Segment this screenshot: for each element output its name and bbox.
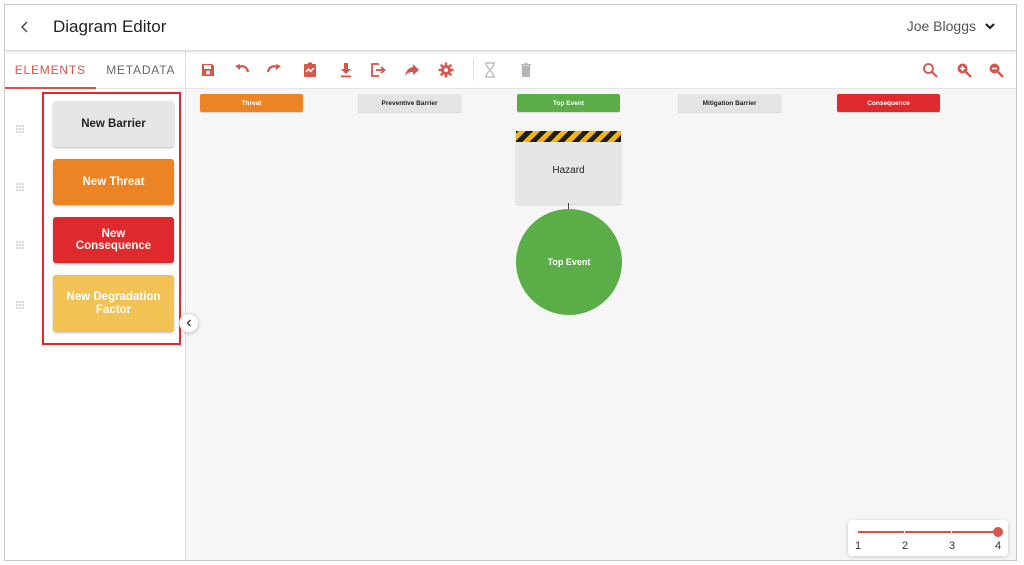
top-event-node[interactable]: Top Event [516, 209, 622, 315]
export-icon [371, 63, 386, 77]
undo-icon [235, 64, 250, 73]
level-label-1: 1 [854, 540, 862, 552]
settings-icon [438, 62, 454, 78]
level-slider-track[interactable] [858, 531, 998, 533]
zoom-out-button[interactable] [986, 60, 1006, 80]
save-button[interactable] [198, 60, 218, 80]
export-button[interactable] [368, 60, 388, 80]
toolbar-divider [473, 59, 474, 81]
drag-handle-icon[interactable] [15, 237, 25, 249]
undo-button[interactable] [232, 60, 252, 80]
new-threat-button[interactable]: New Threat [53, 159, 174, 205]
page-title: Diagram Editor [53, 17, 167, 36]
chevron-left-icon [186, 319, 191, 327]
column-header-top-event: Top Event [517, 94, 620, 112]
download-button[interactable] [336, 60, 356, 80]
diagram-canvas[interactable]: Threat Preventive Barrier Top Event Miti… [186, 89, 1016, 560]
validate-button[interactable] [300, 60, 320, 80]
panel-tabs: ELEMENTS METADATA [5, 51, 186, 89]
toolbar [186, 51, 1016, 89]
level-label-4: 4 [994, 540, 1002, 552]
column-header-consequence: Consequence [837, 94, 940, 112]
level-slider: 1 2 3 4 [848, 520, 1008, 556]
hazard-stripes [516, 131, 621, 142]
level-slider-tick [951, 531, 952, 533]
app-window: Diagram Editor Joe Bloggs ELEMENTS METAD… [4, 4, 1017, 561]
level-label-2: 2 [901, 540, 909, 552]
hourglass-icon [485, 62, 495, 78]
hourglass-button[interactable] [480, 60, 500, 80]
delete-button[interactable] [516, 60, 536, 80]
back-button[interactable] [13, 15, 37, 39]
settings-button[interactable] [436, 60, 456, 80]
chevron-down-icon [985, 23, 995, 30]
chevron-left-icon [21, 21, 28, 33]
share-icon [405, 64, 419, 76]
level-slider-tick [904, 531, 905, 533]
new-degradation-factor-button[interactable]: New Degradation Factor [53, 275, 174, 332]
download-icon [341, 63, 351, 78]
new-barrier-button[interactable]: New Barrier [53, 101, 174, 147]
column-header-threat: Threat [200, 94, 303, 112]
left-panel: ELEMENTS METADATA New Barrier New Threat… [5, 51, 186, 560]
hazard-node[interactable]: Hazard [516, 131, 621, 204]
drag-handle-icon[interactable] [15, 179, 25, 191]
level-slider-thumb[interactable] [993, 527, 1003, 537]
zoom-in-button[interactable] [954, 60, 974, 80]
column-header-mitigation-barrier: Mitigation Barrier [678, 94, 781, 112]
delete-icon [521, 62, 531, 77]
user-name: Joe Bloggs [906, 18, 976, 34]
element-palette: New Barrier New Threat New Consequence N… [42, 92, 181, 345]
drag-handle-icon[interactable] [15, 121, 25, 133]
save-icon [202, 64, 214, 76]
hazard-label: Hazard [552, 165, 585, 176]
column-header-preventive-barrier: Preventive Barrier [358, 94, 461, 112]
share-button[interactable] [402, 60, 422, 80]
search-button[interactable] [920, 60, 940, 80]
redo-button[interactable] [264, 60, 284, 80]
app-header: Diagram Editor Joe Bloggs [5, 5, 1016, 51]
drag-handle-icon[interactable] [15, 297, 25, 309]
redo-icon [266, 64, 281, 73]
zoom-in-icon [957, 63, 972, 78]
tab-metadata[interactable]: METADATA [96, 51, 187, 88]
zoom-out-icon [989, 63, 1004, 78]
tab-elements[interactable]: ELEMENTS [5, 51, 96, 89]
user-menu[interactable]: Joe Bloggs [907, 18, 996, 34]
new-consequence-button[interactable]: New Consequence [53, 217, 174, 263]
level-label-3: 3 [948, 540, 956, 552]
validate-icon [304, 62, 316, 77]
top-event-label: Top Event [547, 257, 591, 267]
collapse-panel-button[interactable] [179, 313, 199, 333]
search-icon [923, 63, 938, 78]
